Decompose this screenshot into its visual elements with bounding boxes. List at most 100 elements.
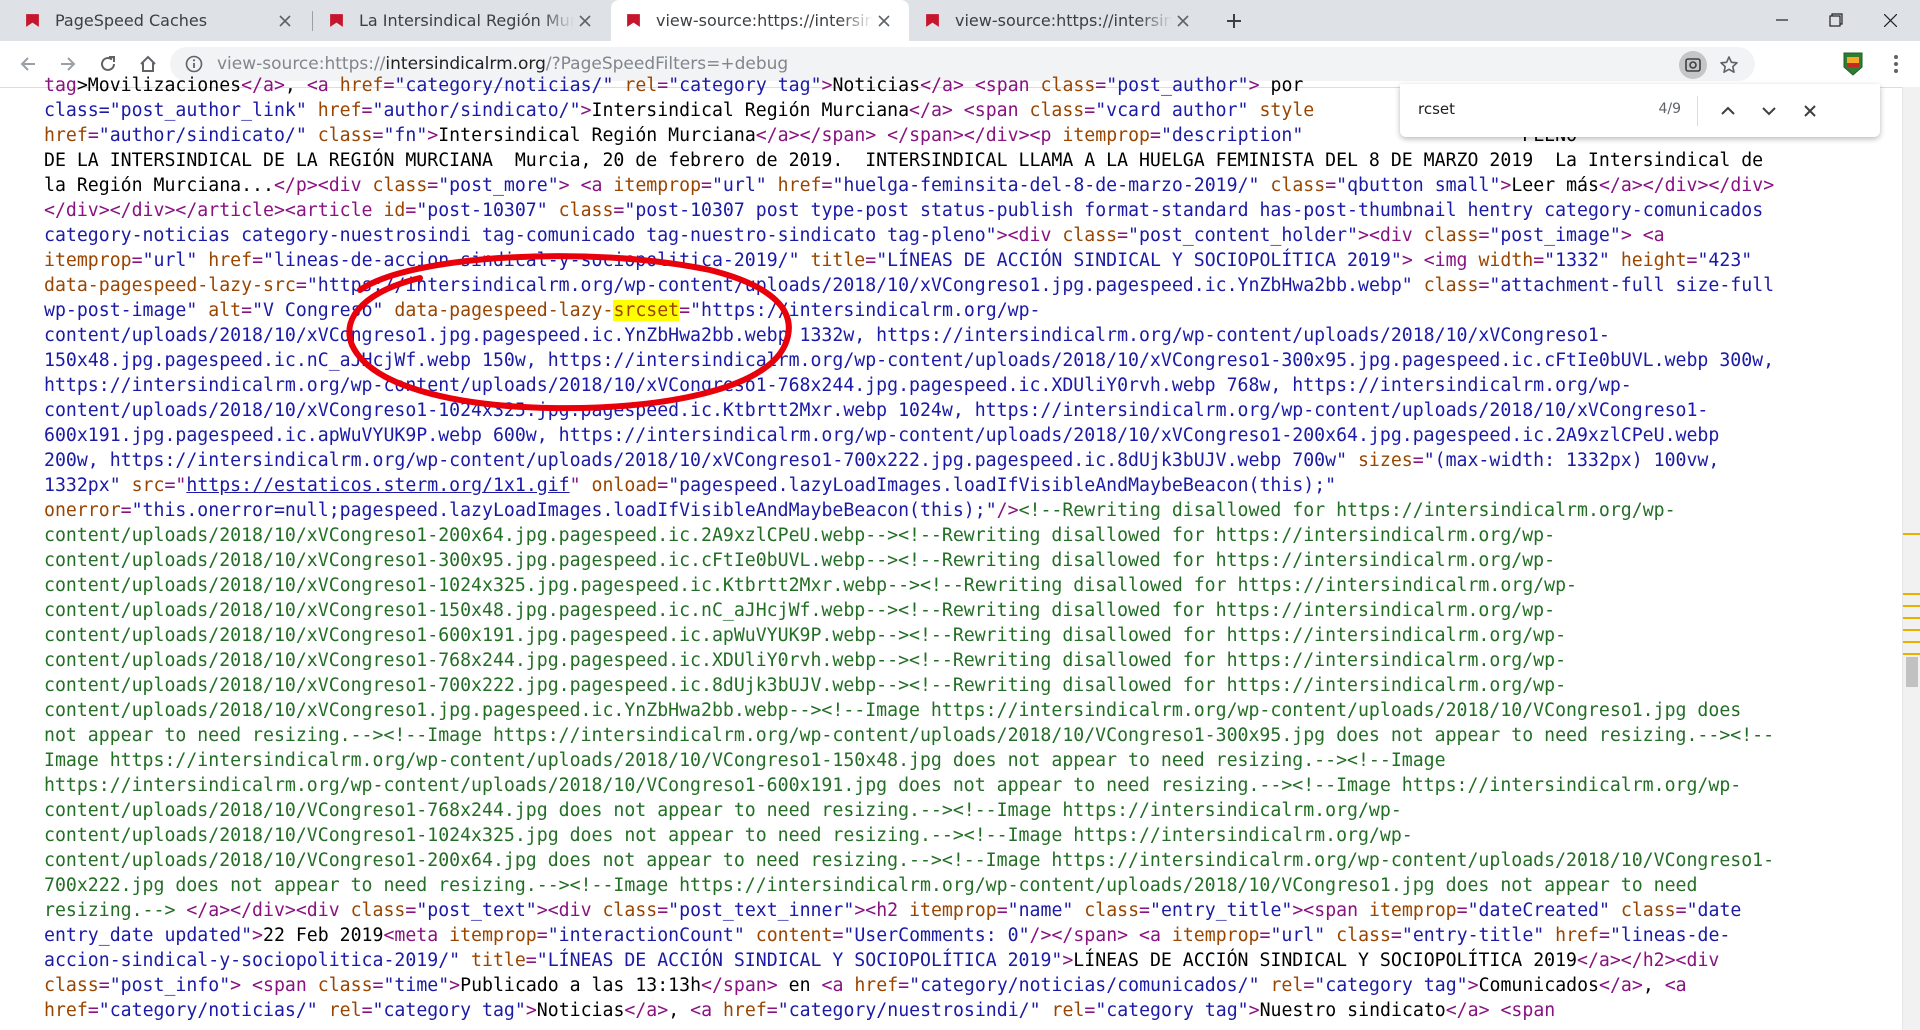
source-token: onerror: [44, 500, 121, 521]
tab-title: view-source:https://intersindicalrm.org/: [955, 11, 1172, 30]
tab-title: La Intersindical Región Murciana: [359, 11, 574, 30]
source-token: content/uploads/2018/10/VCongreso1-768x2…: [44, 800, 1402, 821]
back-button[interactable]: [12, 48, 44, 80]
source-token: class: [317, 975, 373, 996]
source-token: "entry-title": [1401, 925, 1545, 946]
scrollbar-thumb[interactable]: [1906, 657, 1918, 687]
source-line: </div></div></article><article id="post-…: [44, 198, 1898, 223]
tab-pagespeed-caches[interactable]: PageSpeed Caches: [10, 0, 310, 41]
source-token: =: [1084, 100, 1096, 121]
close-icon[interactable]: [274, 10, 296, 32]
source-token: itemprop: [1369, 900, 1457, 921]
source-token: Intersindical Región Murciana: [591, 100, 910, 121]
info-icon[interactable]: [183, 53, 205, 75]
favicon: [330, 14, 343, 27]
close-icon[interactable]: [873, 10, 895, 32]
source-token: class="post_author_link": [44, 100, 307, 121]
source-line: content/uploads/2018/10/xVCongreso1-1024…: [44, 398, 1898, 423]
source-token: content/uploads/2018/10/xVCongreso1.jpg.…: [44, 700, 1742, 721]
close-icon: [1883, 13, 1897, 27]
source-token: </p><div: [273, 175, 373, 196]
source-line: itemprop="url" href="lineas-de-accion-si…: [44, 248, 1898, 273]
lens-icon: [1685, 58, 1701, 72]
source-line: content/uploads/2018/10/VCongreso1-200x6…: [44, 848, 1898, 873]
source-token: Publicado a las 13:13h: [460, 975, 702, 996]
source-token: >: [1467, 975, 1479, 996]
url-scheme: view-source:https://: [217, 54, 386, 74]
source-token: =: [657, 75, 669, 96]
minimize-button[interactable]: [1752, 0, 1812, 40]
chevron-down-icon: [1762, 107, 1776, 116]
close-icon[interactable]: [574, 10, 596, 32]
source-line: resizing.--> </a></div><div class="post_…: [44, 898, 1898, 923]
find-close-button[interactable]: [1795, 96, 1825, 126]
source-token: "post_image": [1489, 225, 1621, 246]
source-token: itemprop: [449, 925, 537, 946]
source-token: 22 Feb 2019: [263, 925, 384, 946]
source-token: =: [98, 975, 110, 996]
source-token: "https://intersindicalrm.org/wp-: [690, 300, 1041, 321]
new-tab-button[interactable]: [1221, 8, 1247, 34]
chevron-up-icon: [1721, 106, 1735, 115]
source-token: class: [1423, 225, 1479, 246]
source-token: content/uploads/2018/10/xVCongreso1-1024…: [44, 575, 1577, 596]
source-token: >: [449, 975, 461, 996]
find-next-button[interactable]: [1754, 96, 1784, 126]
forward-icon: [61, 57, 76, 71]
source-line: content/uploads/2018/10/xVCongreso1-1024…: [44, 573, 1898, 598]
favicon: [26, 14, 39, 27]
source-token: ,: [1642, 975, 1665, 996]
find-previous-button[interactable]: [1713, 96, 1743, 126]
tab-intersindical[interactable]: La Intersindical Región Murciana: [314, 0, 610, 41]
source-token: >: [1248, 1000, 1260, 1021]
source-token: "1332": [1544, 250, 1610, 271]
find-bar: rcset 4/9: [1400, 84, 1880, 137]
source-line: onerror="this.onerror=null;pagespeed.laz…: [44, 498, 1898, 523]
source-token: "https://intersindicalrm.org/wp-content/…: [306, 275, 1413, 296]
source-token: class: [1609, 900, 1676, 921]
close-icon[interactable]: [1172, 10, 1194, 32]
source-token: not appear to need resizing.--><!--Image…: [44, 725, 1775, 746]
source-token: </a></h2><div: [1577, 950, 1720, 971]
source-code-view: tag>Movilizaciones</a>, <a href="categor…: [44, 73, 1898, 1030]
find-match-marker: [1903, 605, 1920, 607]
source-token: =: [657, 475, 669, 496]
source-token: "category tag": [668, 75, 822, 96]
source-token: content/uploads/2018/10/xVCongreso1-768x…: [44, 650, 1567, 671]
source-token: =: [1084, 1000, 1096, 1021]
source-token: href: [44, 125, 88, 146]
tab-view-source[interactable]: view-source:https://intersindicalrm.org/: [910, 0, 1208, 41]
source-line: 1332px" src="https://estaticos.sterm.org…: [44, 473, 1898, 498]
find-divider: [1697, 96, 1698, 126]
source-token: resizing.-->: [44, 900, 176, 921]
favicon: [627, 14, 640, 27]
source-token: content/uploads/2018/10/xVCongreso1-700x…: [44, 675, 1567, 696]
source-token: la Región Murciana...: [44, 175, 274, 196]
source-token: "post_text_inner": [668, 900, 855, 921]
close-window-button[interactable]: [1860, 0, 1920, 40]
source-token: </a> <span: [909, 100, 1030, 121]
source-token: =: [1533, 250, 1545, 271]
scrollbar[interactable]: [1902, 87, 1920, 1030]
maximize-button[interactable]: [1806, 0, 1866, 40]
source-token: "lineas-de-accion-sindical-y-sociopoliti…: [263, 250, 800, 271]
source-token: =: [383, 75, 395, 96]
source-token: style: [1248, 100, 1315, 121]
source-token: 600x191.jpg.pagespeed.ic.apWuVYUK9P.webp…: [44, 425, 1720, 446]
source-token: Noticias: [536, 1000, 625, 1021]
source-line: content/uploads/2018/10/xVCongreso1.jpg.…: [44, 698, 1898, 723]
find-input[interactable]: rcset: [1418, 100, 1648, 118]
source-token: "category tag": [1314, 975, 1468, 996]
source-token: "LÍNEAS DE ACCIÓN SINDICAL Y SOCIOPOLÍTI…: [536, 950, 1063, 971]
source-token: "category/noticias/": [394, 75, 614, 96]
source-line: https://intersindicalrm.org/wp-content/u…: [44, 773, 1898, 798]
source-link[interactable]: https://estaticos.sterm.org/1x1.gif: [186, 475, 569, 496]
source-token: sizes: [1347, 450, 1413, 471]
find-match-highlight: srcset: [613, 300, 680, 321]
tab-view-source-debug[interactable]: view-source:https://intersindicalrm.org/…: [611, 0, 909, 41]
source-token: =: [1303, 975, 1315, 996]
source-token: onload: [580, 475, 658, 496]
source-token: =: [1675, 900, 1687, 921]
maximize-icon: [1829, 13, 1843, 27]
source-token: wp-post-image": [44, 300, 198, 321]
